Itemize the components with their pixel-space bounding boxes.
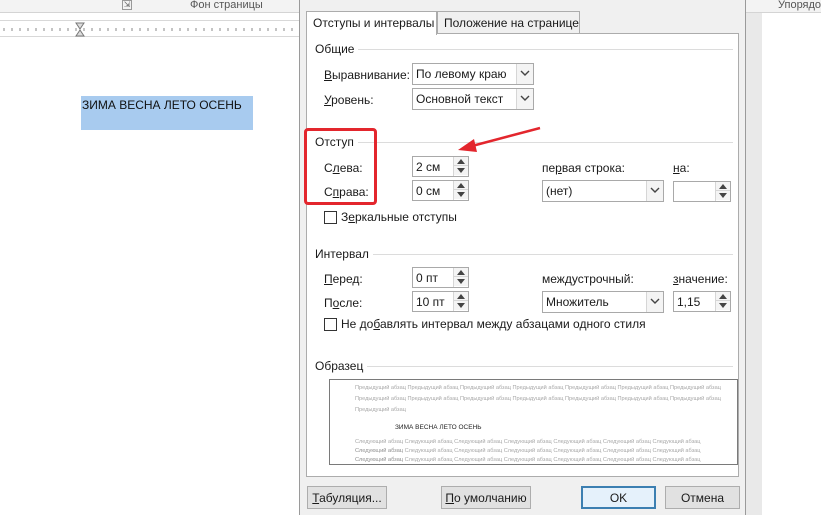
cancel-button[interactable]: Отмена bbox=[665, 486, 740, 509]
dont-add-space-label: Не добавлять интервал между абзацами одн… bbox=[341, 317, 646, 331]
spin-down-icon[interactable] bbox=[454, 277, 468, 286]
left-indent-value: 2 см bbox=[416, 160, 441, 174]
spacing-after-spinner[interactable]: 10 пт bbox=[412, 291, 469, 312]
preview-current-paragraph: ЗИМА ВЕСНА ЛЕТО ОСЕНЬ bbox=[395, 424, 482, 431]
spacing-before-spinner[interactable]: 0 пт bbox=[412, 267, 469, 288]
left-indent-label: Слева: bbox=[324, 161, 363, 175]
right-indent-label: Справа: bbox=[324, 185, 369, 199]
right-indent-value: 0 см bbox=[416, 184, 441, 198]
spin-up-icon[interactable] bbox=[454, 181, 468, 190]
dialog-launcher-icon[interactable]: ⇲ bbox=[122, 0, 132, 10]
preview-box: Предыдущий абзац Предыдущий абзац Предыд… bbox=[329, 379, 738, 465]
dont-add-space-checkbox[interactable] bbox=[324, 318, 337, 331]
spacing-group-title: Интервал bbox=[315, 247, 373, 261]
mirror-indents-checkbox[interactable] bbox=[324, 211, 337, 224]
first-line-label: первая строка: bbox=[542, 161, 625, 175]
spin-down-icon[interactable] bbox=[716, 301, 730, 310]
horizontal-ruler[interactable] bbox=[0, 20, 300, 37]
tabs-button[interactable]: Табуляция... bbox=[307, 486, 387, 509]
selected-paragraph[interactable]: ЗИМА ВЕСНА ЛЕТО ОСЕНЬ bbox=[81, 96, 253, 130]
chevron-down-icon[interactable] bbox=[516, 64, 533, 84]
general-group-title: Общие bbox=[315, 42, 359, 56]
preview-previous-line: Предыдущий абзац Предыдущий абзац Предыд… bbox=[355, 396, 721, 402]
left-indent-spinner[interactable]: 2 см bbox=[412, 156, 469, 177]
alignment-select[interactable]: По левому краю bbox=[412, 63, 534, 85]
tab-indents-and-spacing[interactable]: Отступы и интервалы bbox=[306, 11, 437, 35]
ok-button[interactable]: OK bbox=[581, 486, 656, 509]
set-as-default-button[interactable]: По умолчанию bbox=[441, 486, 531, 509]
chevron-down-icon[interactable] bbox=[516, 89, 533, 109]
document-scroll-shade bbox=[746, 13, 762, 515]
chevron-down-icon[interactable] bbox=[646, 181, 663, 201]
tab-line-and-page-breaks[interactable]: Положение на странице bbox=[437, 11, 580, 34]
preview-next-line: Следующий абзац Следующий абзац Следующи… bbox=[355, 457, 701, 463]
indent-group-title: Отступ bbox=[315, 135, 358, 149]
spacing-before-label: Перед: bbox=[324, 272, 363, 286]
preview-previous-line: Предыдущий абзац Предыдущий абзац Предыд… bbox=[355, 385, 721, 391]
spin-down-icon[interactable] bbox=[454, 166, 468, 175]
first-line-by-spinner[interactable] bbox=[673, 181, 731, 202]
first-line-value: (нет) bbox=[546, 184, 573, 198]
indent-marker-icon bbox=[75, 22, 85, 37]
ruler-ticks bbox=[3, 22, 293, 37]
spin-down-icon[interactable] bbox=[454, 190, 468, 199]
by-label: на: bbox=[673, 161, 690, 175]
indent-divider bbox=[357, 142, 733, 143]
right-indent-spinner[interactable]: 0 см bbox=[412, 180, 469, 201]
spin-down-icon[interactable] bbox=[716, 191, 730, 200]
spacing-before-value: 0 пт bbox=[416, 271, 439, 285]
spin-up-icon[interactable] bbox=[716, 292, 730, 301]
mirror-indents-label: Зеркальные отступы bbox=[341, 210, 457, 224]
line-spacing-select[interactable]: Множитель bbox=[542, 291, 664, 313]
preview-previous-line: Предыдущий абзац bbox=[355, 407, 406, 413]
preview-divider bbox=[363, 366, 733, 367]
spacing-after-label: После: bbox=[324, 296, 363, 310]
line-spacing-at-value: 1,15 bbox=[677, 295, 701, 309]
spin-up-icon[interactable] bbox=[716, 182, 730, 191]
paragraph-dialog: Отступы и интервалы Положение на страниц… bbox=[299, 0, 746, 515]
ribbon-group-page-background: Фон страницы bbox=[190, 0, 263, 11]
alignment-value: По левому краю bbox=[416, 67, 507, 81]
spin-up-icon[interactable] bbox=[454, 292, 468, 301]
spacing-after-value: 10 пт bbox=[416, 295, 445, 309]
level-label: Уровень: bbox=[324, 93, 374, 107]
spin-up-icon[interactable] bbox=[454, 268, 468, 277]
preview-group-title: Образец bbox=[315, 359, 368, 373]
spacing-divider bbox=[365, 254, 733, 255]
alignment-label: Выравнивание: bbox=[324, 68, 410, 82]
chevron-down-icon[interactable] bbox=[646, 292, 663, 312]
line-spacing-value: Множитель bbox=[546, 295, 609, 309]
first-line-select[interactable]: (нет) bbox=[542, 180, 664, 202]
general-divider bbox=[355, 49, 733, 50]
level-select[interactable]: Основной текст bbox=[412, 88, 534, 110]
level-value: Основной текст bbox=[416, 92, 504, 106]
spin-up-icon[interactable] bbox=[454, 157, 468, 166]
ribbon-group-arrange: Упорядо bbox=[778, 0, 821, 11]
line-spacing-label: междустрочный: bbox=[542, 272, 634, 286]
tab-panel: Общие Выравнивание: По левому краю Урове… bbox=[306, 33, 739, 477]
line-spacing-at-spinner[interactable]: 1,15 bbox=[673, 291, 731, 312]
line-spacing-at-label: значение: bbox=[673, 272, 728, 286]
spin-down-icon[interactable] bbox=[454, 301, 468, 310]
